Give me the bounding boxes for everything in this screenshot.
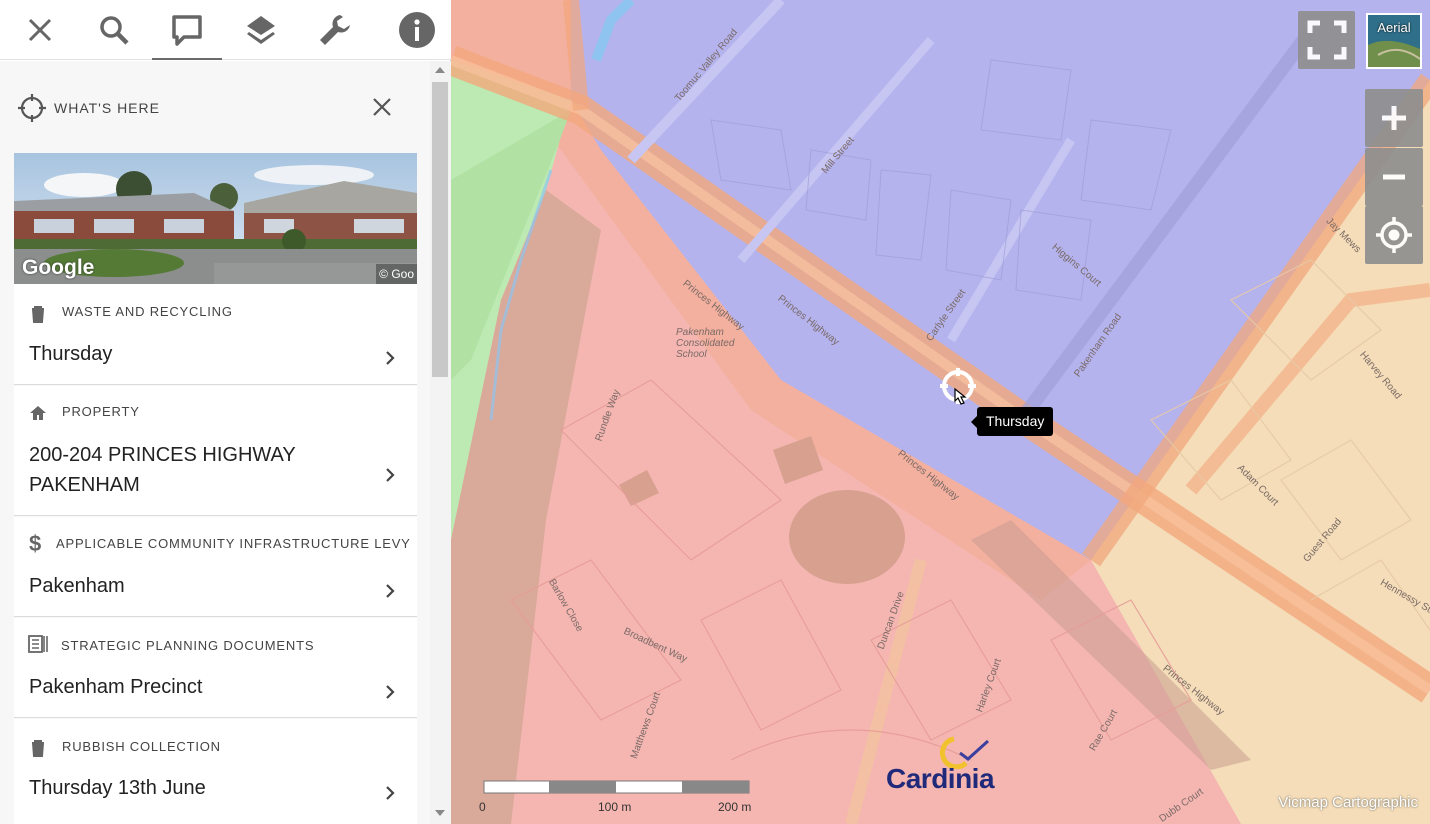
card-value: 200-204 PRINCES HIGHWAY PAKENHAM bbox=[29, 444, 296, 496]
home-icon bbox=[30, 406, 46, 420]
tools-tool-button[interactable] bbox=[298, 0, 372, 60]
map-attribution: Vicmap Cartographic bbox=[1278, 794, 1418, 811]
card-value: Pakenham Precinct bbox=[29, 676, 203, 698]
layers-tool-button[interactable] bbox=[224, 0, 298, 60]
card-label: STRATEGIC PLANNING DOCUMENTS bbox=[61, 638, 315, 653]
chevron-right-icon bbox=[386, 786, 395, 800]
side-panel: WHAT'S HERE Google © Goo WASTE AND RECYC… bbox=[0, 0, 451, 824]
card-value: Thursday bbox=[29, 343, 113, 365]
google-watermark: Google bbox=[22, 256, 95, 279]
street-view-photo[interactable]: Google © Goo bbox=[14, 153, 417, 284]
search-icon bbox=[100, 16, 129, 45]
zoom-in-button[interactable] bbox=[1365, 89, 1423, 147]
minus-icon bbox=[1383, 174, 1405, 180]
card-label: RUBBISH COLLECTION bbox=[62, 739, 221, 754]
aerial-basemap-button[interactable]: Aerial bbox=[1366, 13, 1422, 69]
scroll-up-arrow-icon[interactable] bbox=[435, 67, 445, 73]
panel-toolbar bbox=[0, 0, 451, 60]
card-label: WASTE AND RECYCLING bbox=[62, 304, 233, 319]
search-tool-button[interactable] bbox=[77, 0, 151, 60]
card-label: APPLICABLE COMMUNITY INFRASTRUCTURE LEVY bbox=[56, 536, 411, 551]
photo-copyright: © Goo bbox=[376, 264, 417, 284]
location-marker-icon[interactable] bbox=[937, 365, 981, 409]
whats-here-header: WHAT'S HERE bbox=[0, 61, 430, 153]
svg-text:$: $ bbox=[29, 532, 41, 554]
wrench-icon bbox=[320, 15, 350, 45]
fullscreen-button[interactable] bbox=[1298, 11, 1355, 69]
document-list-icon bbox=[28, 635, 48, 653]
plus-icon bbox=[1382, 106, 1406, 130]
chevron-right-icon bbox=[386, 685, 395, 699]
dollar-icon: $ bbox=[29, 532, 41, 554]
cardinia-logo: Cardinia bbox=[886, 735, 996, 795]
info-tool-button[interactable] bbox=[380, 0, 454, 60]
card-value: Thursday 13th June bbox=[29, 777, 206, 799]
card-label: PROPERTY bbox=[62, 404, 140, 419]
infrastructure-levy-card[interactable]: $ APPLICABLE COMMUNITY INFRASTRUCTURE LE… bbox=[14, 517, 417, 617]
scale-label: 0 bbox=[479, 800, 486, 814]
layers-icon bbox=[247, 16, 275, 44]
comment-icon bbox=[172, 15, 202, 46]
panel-scrollbar[interactable] bbox=[430, 61, 451, 824]
scale-bar bbox=[483, 780, 750, 794]
my-location-icon bbox=[1376, 217, 1412, 253]
waste-recycling-card[interactable]: WASTE AND RECYCLING Thursday bbox=[14, 284, 417, 385]
trash-icon bbox=[32, 306, 44, 323]
whats-here-tool-button[interactable] bbox=[150, 0, 224, 60]
zoom-out-button[interactable] bbox=[1365, 148, 1423, 206]
whats-here-content: WHAT'S HERE Google © Goo WASTE AND RECYC… bbox=[0, 61, 430, 824]
app-root: WHAT'S HERE Google © Goo WASTE AND RECYC… bbox=[0, 0, 1430, 824]
scrollbar-thumb[interactable] bbox=[432, 82, 448, 377]
scale-label: 200 m bbox=[718, 800, 752, 814]
scale-label: 100 m bbox=[598, 800, 632, 814]
close-icon bbox=[28, 18, 52, 42]
cardinia-logo-text: Cardinia bbox=[886, 763, 995, 794]
card-value: Pakenham bbox=[29, 575, 125, 597]
crosshair-icon bbox=[18, 94, 46, 122]
my-location-button[interactable] bbox=[1365, 206, 1423, 264]
chevron-right-icon bbox=[386, 351, 395, 365]
fullscreen-icon bbox=[1307, 20, 1346, 60]
trash-icon bbox=[32, 740, 44, 757]
map-tooltip: Thursday bbox=[970, 407, 1054, 436]
map-canvas[interactable]: Toomuc Valley Road Mill Street Princes H… bbox=[451, 0, 1430, 824]
scroll-down-arrow-icon[interactable] bbox=[435, 810, 445, 816]
close-whats-here-icon[interactable] bbox=[368, 93, 396, 121]
map-basemap bbox=[451, 0, 1430, 824]
chevron-right-icon bbox=[386, 584, 395, 598]
property-card[interactable]: PROPERTY 200-204 PRINCES HIGHWAY PAKENHA… bbox=[14, 386, 417, 516]
strategic-planning-card[interactable]: STRATEGIC PLANNING DOCUMENTS Pakenham Pr… bbox=[14, 618, 417, 718]
close-tool-button[interactable] bbox=[3, 0, 77, 60]
rubbish-collection-card[interactable]: RUBBISH COLLECTION Thursday 13th June bbox=[14, 719, 417, 824]
aerial-button-label: Aerial bbox=[1377, 20, 1411, 35]
chevron-right-icon bbox=[386, 468, 395, 482]
whats-here-title: WHAT'S HERE bbox=[54, 100, 160, 116]
info-icon bbox=[399, 12, 435, 48]
